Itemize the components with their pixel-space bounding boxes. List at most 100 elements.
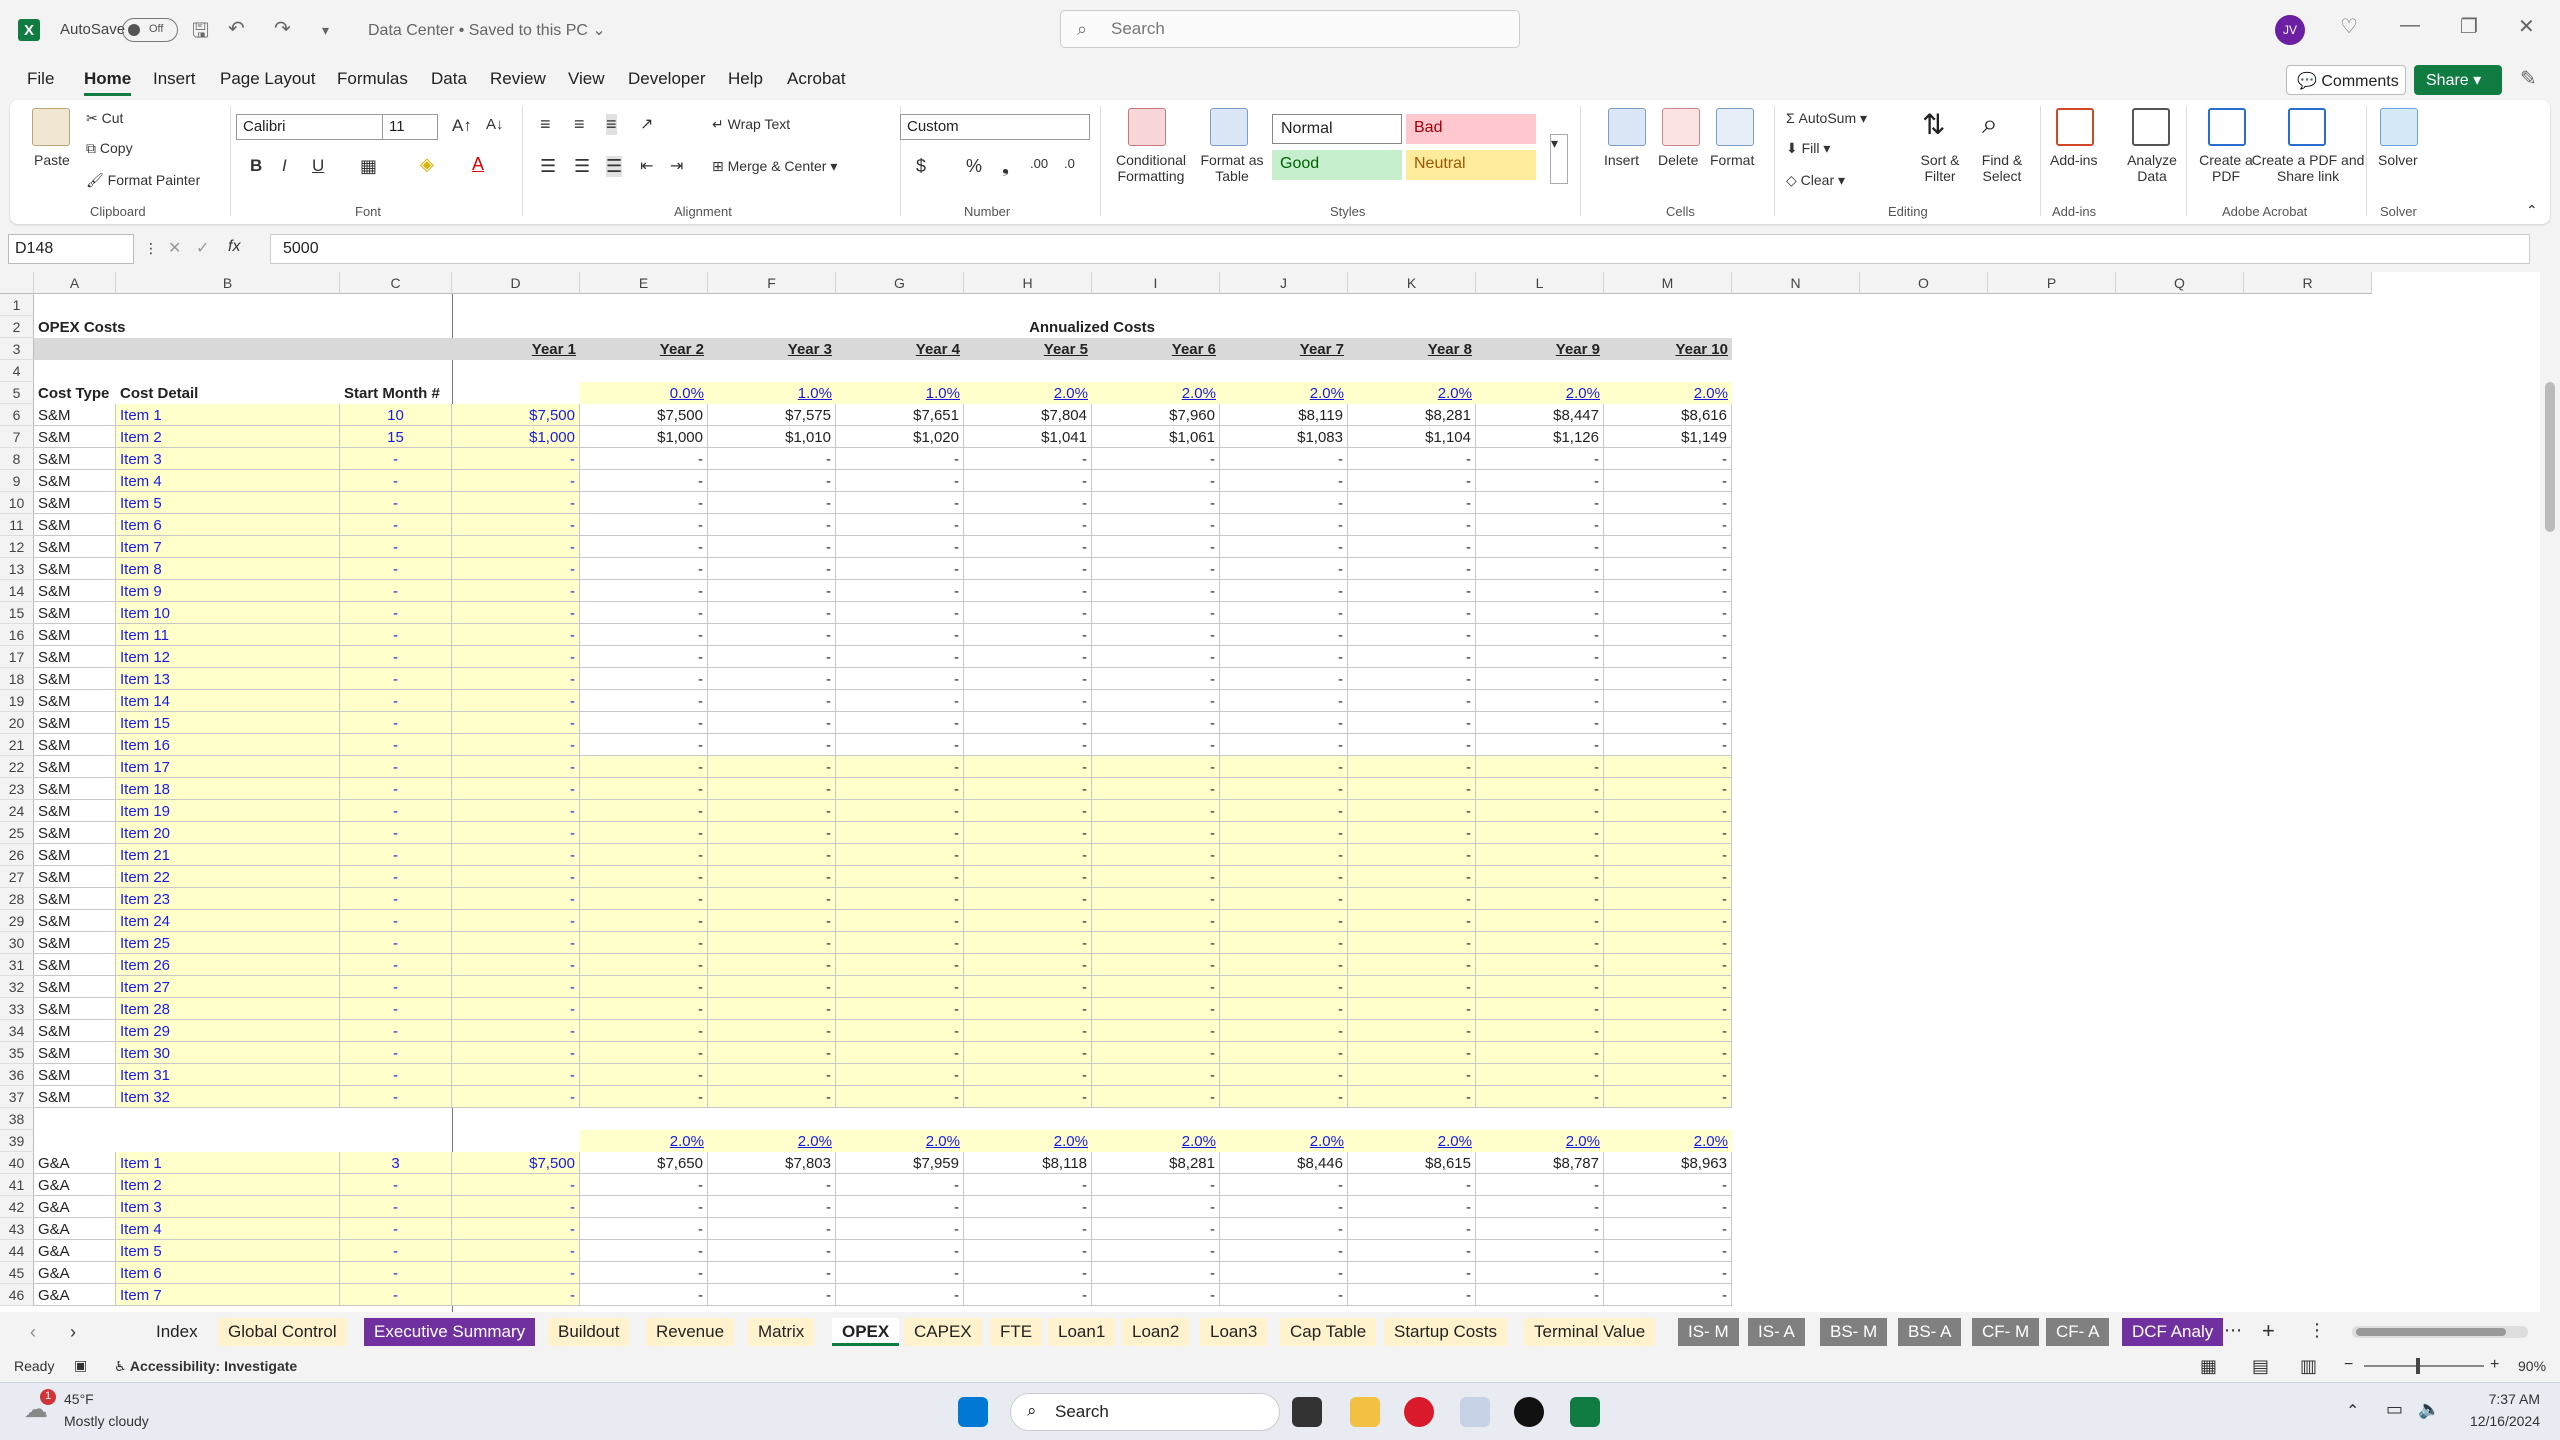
year-value[interactable]: - [964, 954, 1092, 976]
cost-type[interactable]: G&A [34, 1174, 116, 1196]
year-value[interactable]: - [964, 910, 1092, 932]
column-header[interactable]: D [452, 272, 580, 294]
start-month[interactable]: 15 [340, 426, 452, 448]
year-value[interactable]: - [1092, 778, 1220, 800]
start-month[interactable]: - [340, 514, 452, 536]
cost-type[interactable]: S&M [34, 910, 116, 932]
year-value[interactable]: - [452, 690, 580, 712]
year-value[interactable]: $8,118 [964, 1152, 1092, 1174]
align-left-icon[interactable]: ☰ [540, 156, 556, 177]
annualized-costs-title[interactable]: Annualized Costs [452, 316, 1732, 338]
header-band[interactable] [34, 338, 116, 360]
grow-font-icon[interactable]: A↑ [452, 116, 472, 136]
year-value[interactable]: - [1604, 712, 1732, 734]
year-value[interactable]: - [1092, 558, 1220, 580]
align-middle-icon[interactable]: ≡ [574, 114, 585, 135]
row-header[interactable]: 12 [0, 536, 34, 558]
year-value[interactable]: - [452, 1064, 580, 1086]
cost-detail[interactable]: Item 4 [116, 470, 340, 492]
row-header[interactable]: 43 [0, 1218, 34, 1240]
year-value[interactable]: - [1604, 756, 1732, 778]
year-value[interactable]: - [836, 712, 964, 734]
year-value[interactable]: - [836, 1020, 964, 1042]
year-value[interactable]: - [964, 558, 1092, 580]
year-value[interactable]: - [1092, 1196, 1220, 1218]
autosum-button[interactable]: Σ AutoSum ▾ [1786, 110, 1867, 127]
sheet-tab[interactable]: DCF Analy [2122, 1318, 2224, 1346]
year-value[interactable]: - [452, 756, 580, 778]
row-header[interactable]: 24 [0, 800, 34, 822]
year-value[interactable]: $1,083 [1220, 426, 1348, 448]
sheet-tab[interactable]: CF- A [2046, 1318, 2110, 1346]
year-value[interactable]: $1,000 [580, 426, 708, 448]
sort-filter-icon[interactable]: ⇅ [1922, 108, 1960, 146]
cell-grid[interactable]: OPEX Costs Annualized Costs Year 1 Year 2 Ye… [34, 294, 2540, 1312]
sheet-tab[interactable]: CF- M [1972, 1318, 2040, 1346]
year-value[interactable]: - [1348, 1064, 1476, 1086]
increase-decimal-icon[interactable]: .00 [1030, 156, 1048, 171]
year-value[interactable]: - [1476, 1218, 1604, 1240]
comma-icon[interactable]: ❟ [1002, 156, 1009, 177]
cost-detail[interactable]: Item 24 [116, 910, 340, 932]
year-value[interactable]: - [836, 602, 964, 624]
cost-type[interactable]: S&M [34, 888, 116, 910]
year-value[interactable]: - [964, 932, 1092, 954]
year-value[interactable]: - [1092, 580, 1220, 602]
year-value[interactable]: - [1476, 976, 1604, 998]
start-month[interactable]: - [340, 536, 452, 558]
column-header[interactable]: R [2244, 272, 2372, 294]
year-value[interactable]: - [1476, 448, 1604, 470]
page-layout-view-icon[interactable]: ▤ [2252, 1356, 2269, 1377]
year-value[interactable]: - [1220, 1064, 1348, 1086]
comments-button[interactable]: 💬 Comments [2286, 65, 2406, 95]
year-value[interactable]: - [1604, 778, 1732, 800]
row-header[interactable]: 5 [0, 382, 34, 404]
row-header[interactable]: 13 [0, 558, 34, 580]
year-header[interactable]: Year 6 [1092, 338, 1220, 360]
year-value[interactable]: - [580, 646, 708, 668]
tab-page-layout[interactable]: Page Layout [220, 69, 315, 89]
tab-home[interactable]: Home [84, 69, 132, 96]
year-header[interactable]: Year 8 [1348, 338, 1476, 360]
year-value[interactable]: - [708, 1218, 836, 1240]
column-header[interactable]: L [1476, 272, 1604, 294]
year-value[interactable]: - [836, 646, 964, 668]
column-header[interactable]: Q [2116, 272, 2244, 294]
year-value[interactable]: - [452, 448, 580, 470]
year-value[interactable]: - [836, 690, 964, 712]
formula-input[interactable]: 5000 [270, 234, 2530, 264]
year-value[interactable]: - [1604, 910, 1732, 932]
year-value[interactable]: - [580, 954, 708, 976]
start-month[interactable]: - [340, 1196, 452, 1218]
year-value[interactable]: - [964, 998, 1092, 1020]
year-value[interactable]: - [836, 954, 964, 976]
year-value[interactable]: - [1476, 668, 1604, 690]
year-value[interactable]: - [580, 536, 708, 558]
year-value[interactable]: - [1476, 624, 1604, 646]
year-value[interactable]: - [836, 1240, 964, 1262]
year-value[interactable]: - [452, 536, 580, 558]
growth-rate[interactable]: 2.0% [1476, 1130, 1604, 1152]
year-value[interactable]: $8,787 [1476, 1152, 1604, 1174]
cost-detail[interactable]: Item 16 [116, 734, 340, 756]
orientation-icon[interactable]: ↗ [640, 114, 653, 134]
year-header[interactable]: Year 4 [836, 338, 964, 360]
cost-detail[interactable]: Item 6 [116, 1262, 340, 1284]
year-value[interactable]: - [1604, 1064, 1732, 1086]
year-value[interactable]: - [1604, 1240, 1732, 1262]
year-value[interactable]: - [1220, 1174, 1348, 1196]
year-value[interactable]: - [1604, 954, 1732, 976]
redo-icon[interactable]: ↷ [274, 16, 291, 41]
year-value[interactable]: - [836, 888, 964, 910]
year-value[interactable]: - [580, 822, 708, 844]
year-value[interactable]: - [836, 1086, 964, 1108]
cost-type[interactable]: S&M [34, 756, 116, 778]
year-value[interactable]: - [1348, 1262, 1476, 1284]
year-header[interactable]: Year 5 [964, 338, 1092, 360]
year-value[interactable]: $7,500 [452, 404, 580, 426]
year-value[interactable]: - [1604, 514, 1732, 536]
row-header[interactable]: 26 [0, 844, 34, 866]
currency-icon[interactable]: $ [916, 156, 926, 177]
year-value[interactable]: - [836, 1262, 964, 1284]
start-month[interactable]: - [340, 888, 452, 910]
